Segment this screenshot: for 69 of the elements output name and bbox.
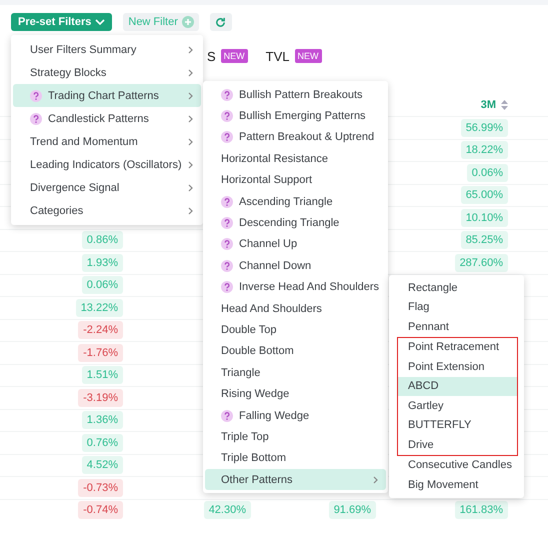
menu-item[interactable]: Drive xyxy=(397,435,518,456)
percent-change: 65.00% xyxy=(460,186,508,204)
percent-change: 0.06% xyxy=(82,276,123,294)
menu-item[interactable]: Divergence Signal xyxy=(13,176,201,199)
menu-item[interactable]: User Filters Summary xyxy=(13,38,201,61)
percent-change: -2.24% xyxy=(78,321,123,340)
percent-change: -3.19% xyxy=(78,388,123,407)
sort-icon[interactable] xyxy=(501,100,508,110)
menu-item[interactable]: Horizontal Resistance xyxy=(205,148,386,170)
menu-item[interactable]: Double Bottom xyxy=(205,340,386,362)
menu-item[interactable]: Consecutive Candles xyxy=(391,456,522,475)
percent-change: 91.69% xyxy=(328,501,376,520)
percent-change: -0.74% xyxy=(78,501,123,520)
percent-change: 10.10% xyxy=(460,208,508,227)
menu-item[interactable]: Candlestick Patterns xyxy=(13,107,201,130)
menu-item[interactable]: ABCD xyxy=(397,376,518,396)
tab-label[interactable]: S xyxy=(207,48,216,64)
menu-item[interactable]: Big Movement xyxy=(391,475,522,494)
menu-item[interactable]: Head And Shoulders xyxy=(205,298,386,320)
menu-item[interactable]: Rising Wedge xyxy=(205,383,386,405)
chevron-down-icon xyxy=(95,18,106,26)
percent-change: 85.25% xyxy=(460,231,508,250)
percent-change: 0.76% xyxy=(82,434,123,452)
menu-item[interactable]: Gartley xyxy=(397,396,518,416)
menu-item[interactable]: Trading Chart Patterns xyxy=(13,84,201,107)
menu-item[interactable]: Strategy Blocks xyxy=(13,61,201,84)
menu-item[interactable]: Categories xyxy=(13,199,201,222)
menu-item[interactable]: Descending Triangle xyxy=(205,212,386,234)
percent-change: -1.76% xyxy=(78,344,123,362)
percent-change: -0.73% xyxy=(78,478,123,497)
refresh-button[interactable] xyxy=(210,13,232,31)
menu-item[interactable]: Falling Wedge xyxy=(205,404,386,426)
percent-change: 1.93% xyxy=(82,254,123,272)
percent-change: 56.99% xyxy=(460,118,508,137)
menu-item[interactable]: Pattern Breakout & Uptrend xyxy=(205,126,386,148)
menu-item[interactable]: BUTTERFLY xyxy=(397,416,518,435)
menu-item[interactable]: Channel Down xyxy=(205,255,386,277)
tab-label[interactable]: TVL xyxy=(266,48,290,64)
percent-change: 1.51% xyxy=(82,366,123,384)
percent-change: 0.06% xyxy=(466,164,508,182)
menu-item[interactable]: Horizontal Support xyxy=(205,170,386,191)
menu-item[interactable]: Triple Bottom xyxy=(205,448,386,470)
menu-item[interactable]: Point Retracement xyxy=(397,336,518,357)
menu-item[interactable]: Bullish Pattern Breakouts xyxy=(205,84,386,106)
percent-change: 4.52% xyxy=(82,456,123,474)
plus-icon xyxy=(182,16,194,28)
menu-item[interactable]: Pennant xyxy=(391,317,522,336)
percent-change: 42.30% xyxy=(204,501,251,520)
menu-item[interactable]: Flag xyxy=(391,298,522,317)
new-badge: NEW xyxy=(294,49,322,63)
percent-change: 0.86% xyxy=(82,231,123,250)
menu-item[interactable]: Rectangle xyxy=(391,278,522,298)
menu-item[interactable]: Channel Up xyxy=(205,234,386,256)
percent-change: 18.22% xyxy=(460,141,508,160)
menu-item[interactable]: Bullish Emerging Patterns xyxy=(205,105,386,127)
percent-change: 161.83% xyxy=(454,501,508,520)
menu-item[interactable]: Other Patterns xyxy=(205,469,386,490)
refresh-icon xyxy=(215,16,226,28)
menu-item[interactable]: Double Top xyxy=(205,319,386,341)
percent-change: 287.60% xyxy=(454,254,508,272)
menu-item[interactable]: Inverse Head And Shoulders xyxy=(205,276,386,298)
menu-item[interactable]: Triangle xyxy=(205,362,386,384)
menu-item[interactable]: Triple Top xyxy=(205,426,386,448)
menu-item[interactable]: Leading Indicators (Oscillators) xyxy=(13,153,201,176)
menu-item[interactable]: Ascending Triangle xyxy=(205,190,386,212)
new-badge: NEW xyxy=(220,49,248,63)
percent-change: 1.36% xyxy=(82,411,123,430)
menu-item[interactable]: Trend and Momentum xyxy=(13,130,201,153)
percent-change: 13.22% xyxy=(76,298,123,317)
